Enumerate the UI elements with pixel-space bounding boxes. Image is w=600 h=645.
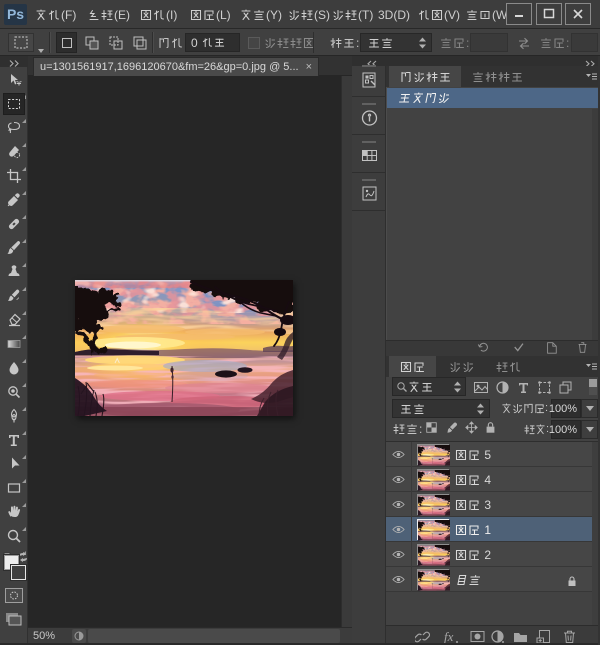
- svg-text:fx: fx: [444, 629, 454, 644]
